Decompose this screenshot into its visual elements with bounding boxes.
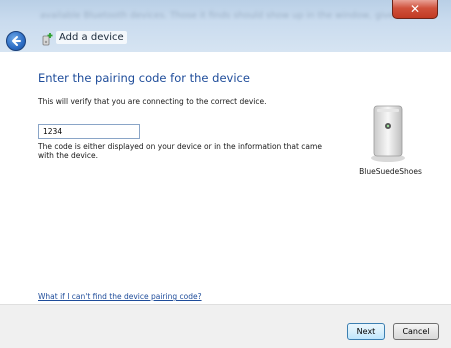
close-button[interactable]: ✕ [392,0,438,19]
next-button[interactable]: Next [347,323,385,340]
back-arrow-icon [12,36,21,46]
pairing-code-input[interactable] [38,124,140,139]
cancel-button[interactable]: Cancel [393,323,439,340]
page-heading: Enter the pairing code for the device [38,71,250,85]
device-name: BlueSuedeShoes [359,167,422,176]
help-link[interactable]: What if I can't find the device pairing … [38,292,202,301]
device-icon [371,105,405,162]
button-bar: Next Cancel [0,304,451,348]
window-title: Add a device [56,31,127,44]
page-description: This will verify that you are connecting… [38,97,267,106]
back-button[interactable] [6,31,26,51]
title-bar: available Bluetooth devices. Those it fi… [0,0,451,52]
wizard-content: Enter the pairing code for the device Th… [0,52,451,304]
pairing-code-hint: The code is either displayed on your dev… [38,142,322,160]
add-device-icon [42,33,53,46]
close-icon: ✕ [409,2,421,16]
